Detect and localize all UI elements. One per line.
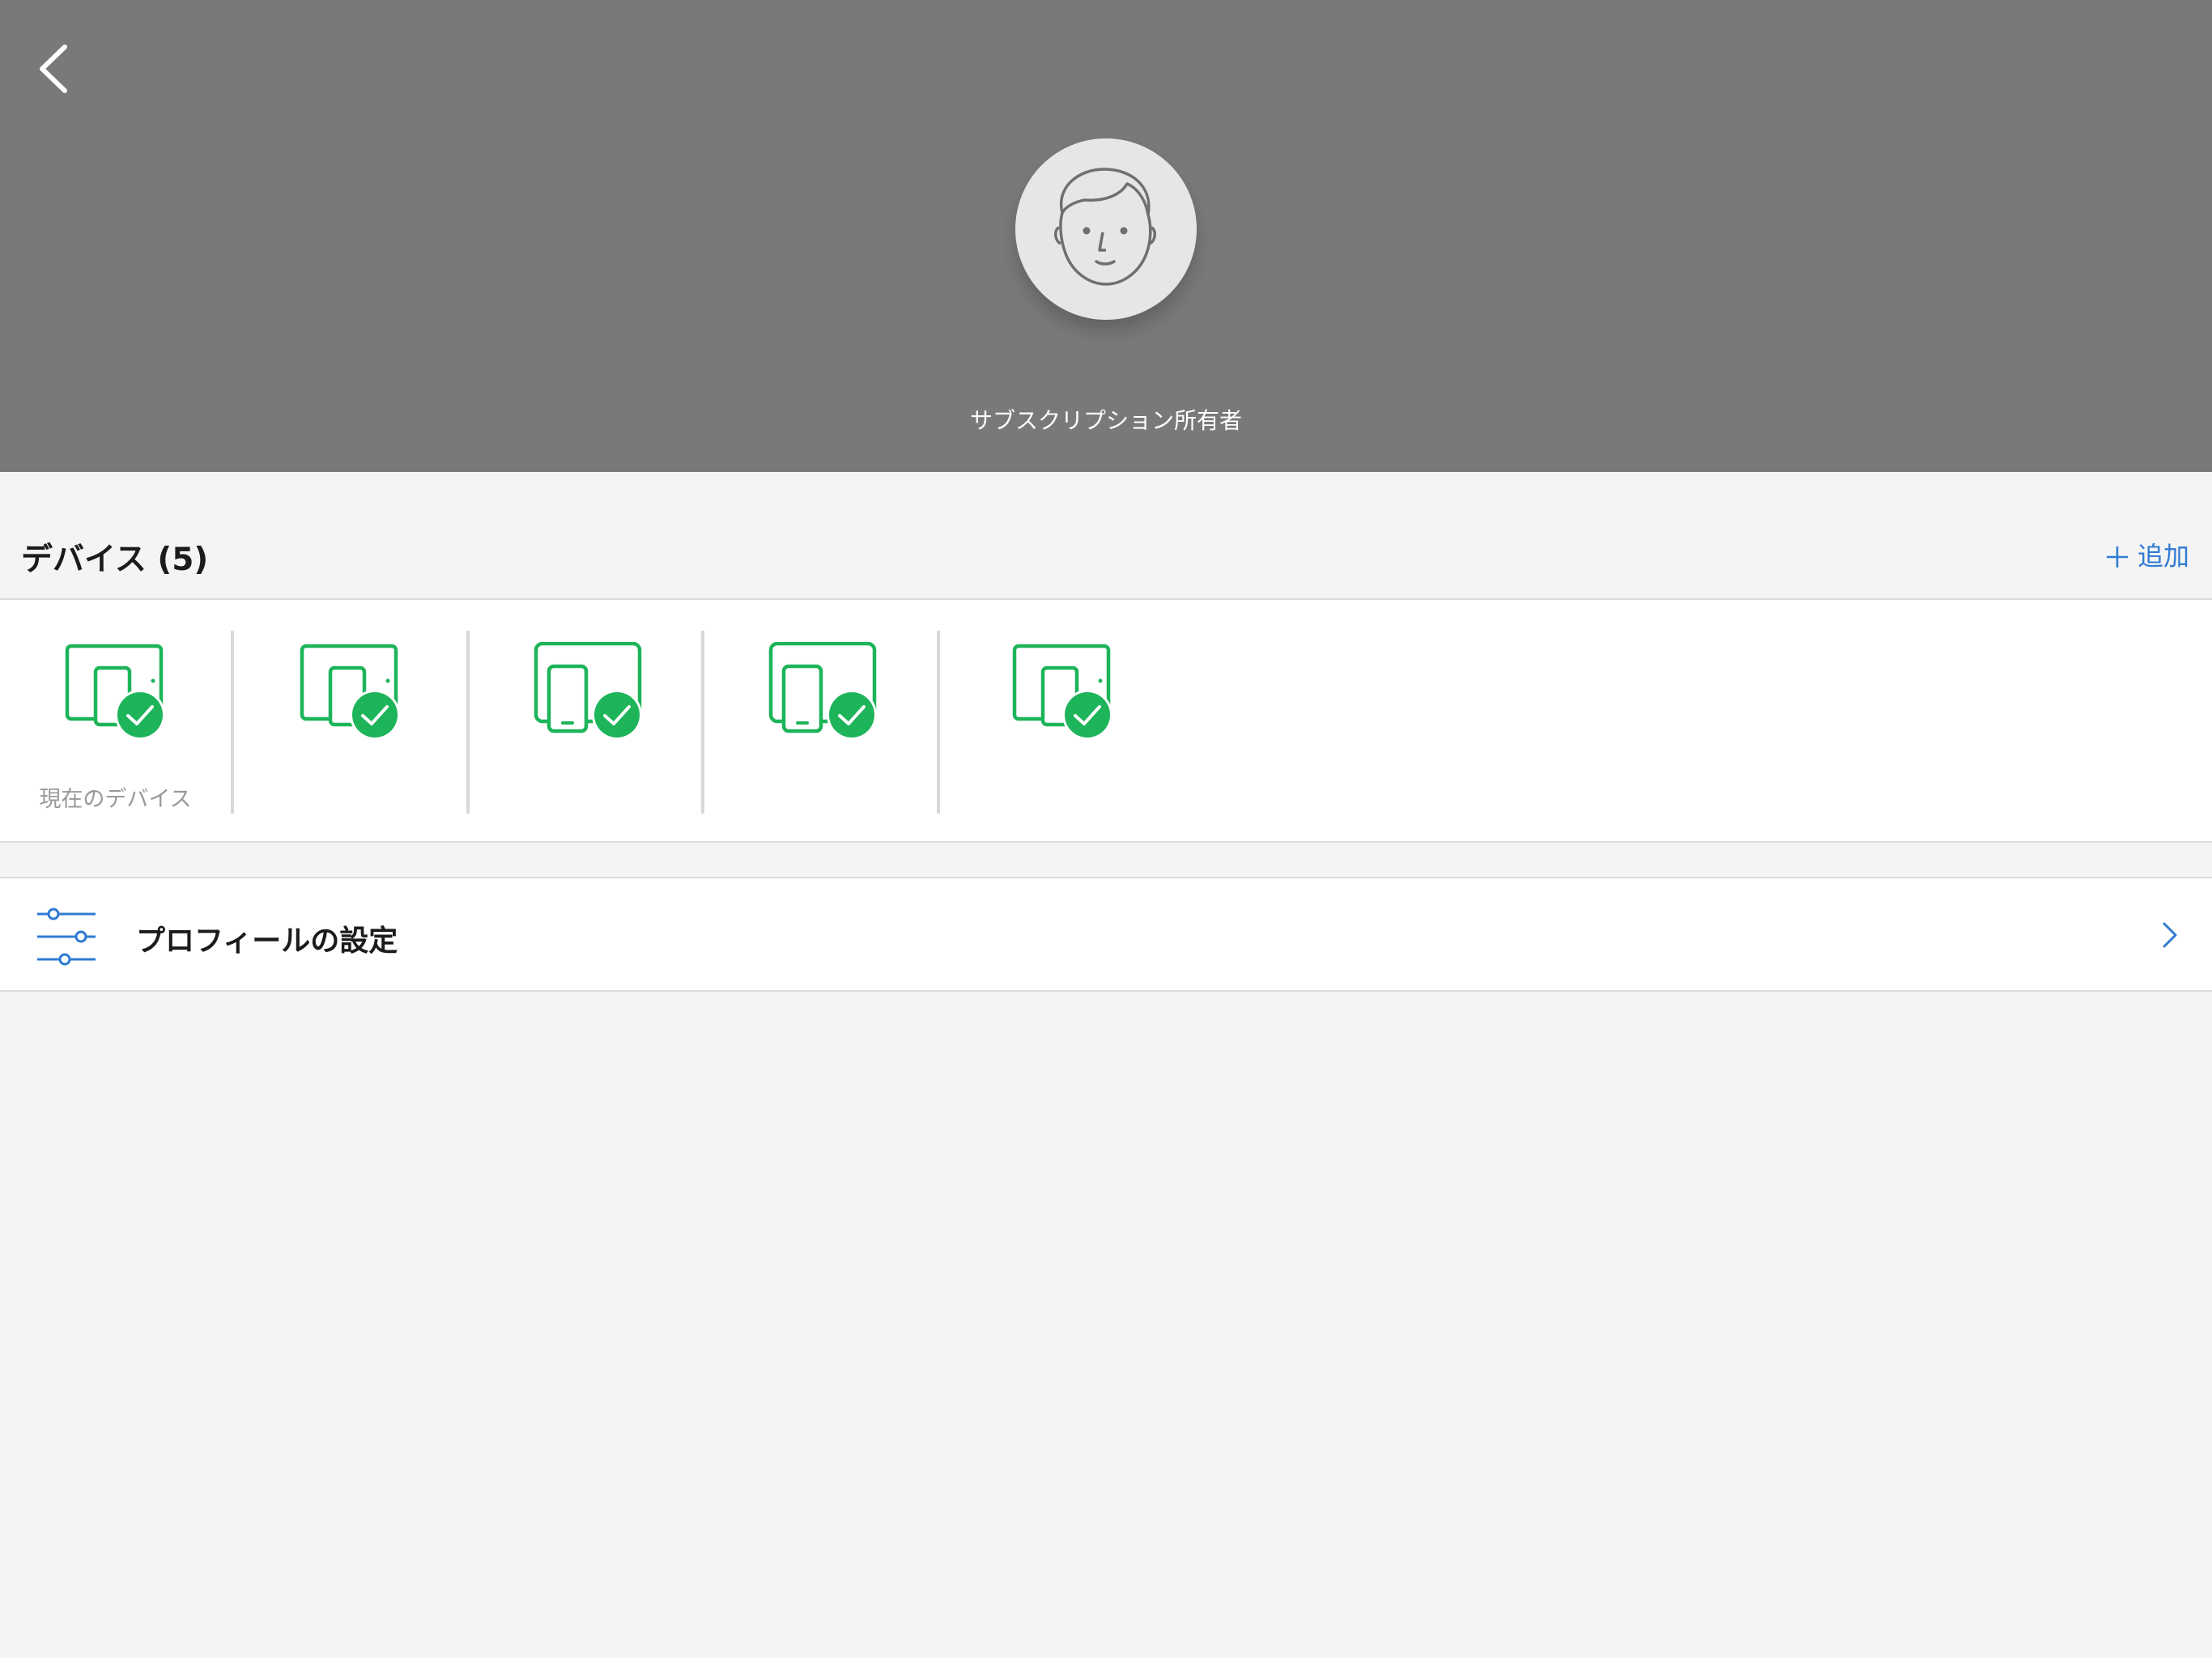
device-caption: 現在のデバイス: [39, 787, 192, 812]
device-item[interactable]: [704, 600, 939, 841]
avatar[interactable]: [1015, 138, 1197, 320]
back-button[interactable]: [29, 40, 78, 97]
device-item[interactable]: 現在のデバイス: [0, 600, 235, 841]
devices-list: 現在のデバイス: [0, 598, 2212, 843]
chevron-right-icon: [2163, 922, 2177, 948]
subscription-owner-label: サブスクリプション所有者: [969, 407, 1242, 434]
devices-title: デバイス (5): [21, 542, 209, 578]
device-item[interactable]: [947, 600, 1182, 841]
tablet-phone-check-icon: [65, 644, 165, 740]
person-face-icon: [1054, 168, 1156, 286]
chevron-left-icon: [40, 45, 67, 93]
add-device-button[interactable]: 追加: [2105, 536, 2189, 573]
device-divider: [937, 631, 940, 814]
tablet-phone-check-icon: [768, 642, 877, 740]
profile-settings-label: プロフィールの設定: [136, 925, 398, 958]
device-item[interactable]: [470, 600, 704, 841]
devices-section-header: デバイス (5) 追加: [0, 502, 2212, 599]
profile-settings-row[interactable]: プロフィールの設定: [0, 877, 2212, 992]
add-device-label: 追加: [2137, 541, 2189, 572]
tablet-phone-check-icon: [534, 642, 642, 740]
profile-header: サブスクリプション所有者: [0, 0, 2212, 472]
device-divider: [231, 631, 234, 814]
device-item[interactable]: [235, 600, 470, 841]
tablet-phone-check-icon: [1012, 644, 1112, 740]
plus-icon: [2106, 546, 2128, 568]
tablet-phone-check-icon: [300, 644, 400, 740]
sliders-icon: [37, 908, 96, 966]
